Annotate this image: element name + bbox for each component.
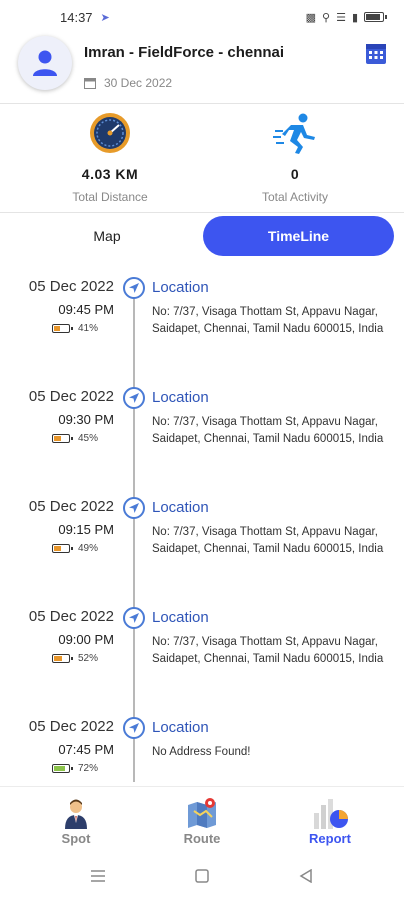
nav-route-label: Route: [183, 831, 221, 846]
speedometer-icon: [30, 106, 190, 160]
battery-icon: [52, 324, 73, 333]
vibrate-icon: ▩: [305, 11, 316, 24]
location-icon: ⚲: [322, 11, 331, 24]
entry-time: 09:00 PM: [58, 632, 114, 647]
entry-address: No: 7/37, Visaga Thottam St, Appavu Naga…: [152, 526, 384, 555]
timeline-entry[interactable]: 05 Dec 2022 09:30 PM 45% Location No: 7/37, …: [0, 378, 404, 488]
entry-time: 09:15 PM: [58, 522, 114, 537]
entry-title[interactable]: Location: [152, 719, 209, 736]
battery-percent: 49%: [78, 543, 99, 554]
entry-battery: 49%: [52, 543, 98, 554]
total-activity-label: Total Activity: [261, 190, 329, 204]
total-distance-label: Total Distance: [72, 190, 148, 204]
timeline-entry[interactable]: 05 Dec 2022 09:00 PM 52% Location No: 7/37, …: [0, 598, 404, 708]
battery-icon: [52, 544, 73, 553]
tab-map[interactable]: Map: [12, 216, 202, 256]
battery-fill: [54, 436, 61, 441]
avatar[interactable]: [18, 36, 72, 90]
entry-battery: 41%: [52, 323, 98, 334]
entry-date: 05 Dec 2022: [28, 278, 114, 295]
stat-total-distance: 4.03 KM Total Distance: [30, 106, 190, 204]
nav-spot-label: Spot: [61, 831, 91, 846]
stats-divider: [0, 212, 404, 213]
navigation-arrow-icon: [123, 607, 145, 629]
battery-icon: [364, 12, 387, 22]
calendar-grid-icon: [366, 44, 386, 59]
timeline-entry[interactable]: 05 Dec 2022 07:45 PM 72% Location No Address…: [0, 708, 404, 782]
wifi-icon: ☰: [336, 11, 346, 24]
header: Imran - FieldForce - chennai 30 Dec 2022: [0, 34, 404, 104]
battery-percent: 45%: [78, 433, 99, 444]
entry-title[interactable]: Location: [152, 499, 209, 516]
battery-fill: [54, 326, 60, 331]
stats-panel: 4.03 KM Total Distance 0 Total Activity: [0, 106, 404, 212]
calendar-small-icon: [84, 78, 96, 89]
nav-route[interactable]: Route: [152, 795, 252, 846]
location-share-icon: ➤: [100, 11, 110, 24]
signal-icon: ▮: [351, 11, 358, 24]
navigation-arrow-icon: [123, 277, 145, 299]
menu-icon[interactable]: [86, 864, 110, 888]
entry-time: 07:45 PM: [58, 742, 114, 757]
status-time: 14:37: [60, 9, 93, 25]
battery-percent: 41%: [78, 323, 99, 334]
user-name: Imran - FieldForce - chennai: [84, 44, 285, 61]
nav-report[interactable]: Report: [280, 795, 380, 846]
battery-fill: [54, 766, 65, 771]
entry-address: No Address Found!: [152, 746, 251, 758]
entry-address: No: 7/37, Visaga Thottam St, Appavu Naga…: [152, 636, 384, 665]
total-distance-value: 4.03 KM: [81, 166, 139, 182]
timeline-entry[interactable]: 05 Dec 2022 09:45 PM 41% Location No: 7/37, …: [0, 268, 404, 378]
entry-date: 05 Dec 2022: [28, 718, 114, 735]
entry-time: 09:30 PM: [58, 412, 114, 427]
back-icon[interactable]: [294, 864, 318, 888]
battery-fill: [54, 546, 61, 551]
entry-title[interactable]: Location: [152, 389, 209, 406]
timeline-list[interactable]: 05 Dec 2022 09:45 PM 41% Location No: 7/37, …: [0, 268, 404, 782]
stat-total-activity: 0 Total Activity: [215, 106, 375, 204]
tab-timeline[interactable]: TimeLine: [203, 216, 394, 256]
entry-title[interactable]: Location: [152, 279, 209, 296]
navigation-arrow-icon: [123, 497, 145, 519]
report-chart-icon: [280, 795, 380, 829]
entry-date: 05 Dec 2022: [28, 608, 114, 625]
person-icon: [33, 50, 57, 76]
battery-percent: 52%: [78, 653, 99, 664]
view-tabs: Map TimeLine: [12, 216, 394, 256]
total-activity-value: 0: [290, 166, 300, 182]
battery-percent: 72%: [78, 763, 99, 774]
battery-icon: [52, 434, 73, 443]
runner-icon: [215, 106, 375, 160]
bottom-nav: Spot Route Report: [0, 786, 404, 850]
entry-time: 09:45 PM: [58, 302, 114, 317]
home-icon[interactable]: [190, 864, 214, 888]
battery-fill: [54, 656, 62, 661]
navigation-arrow-icon: [123, 717, 145, 739]
header-date: 30 Dec 2022: [104, 76, 173, 90]
battery-icon: [52, 764, 73, 773]
agent-icon: [26, 795, 126, 829]
header-divider: [0, 103, 404, 104]
system-nav-bar: [0, 852, 404, 900]
battery-icon: [52, 654, 73, 663]
navigation-arrow-icon: [123, 387, 145, 409]
status-icons: ▩ ⚲ ☰ ▮: [305, 11, 387, 24]
date-row: 30 Dec 2022: [84, 76, 172, 90]
entry-battery: 45%: [52, 433, 98, 444]
entry-battery: 72%: [52, 763, 98, 774]
entry-address: No: 7/37, Visaga Thottam St, Appavu Naga…: [152, 306, 384, 335]
entry-date: 05 Dec 2022: [28, 388, 114, 405]
status-bar: 14:37 ➤ ▩ ⚲ ☰ ▮: [0, 0, 404, 34]
map-pin-icon: [152, 795, 252, 829]
nav-spot[interactable]: Spot: [26, 795, 126, 846]
entry-address: No: 7/37, Visaga Thottam St, Appavu Naga…: [152, 416, 384, 445]
entry-battery: 52%: [52, 653, 98, 664]
nav-report-label: Report: [309, 831, 351, 846]
calendar-icon[interactable]: [366, 44, 386, 64]
entry-title[interactable]: Location: [152, 609, 209, 626]
timeline-entry[interactable]: 05 Dec 2022 09:15 PM 49% Location No: 7/37, …: [0, 488, 404, 598]
entry-date: 05 Dec 2022: [28, 498, 114, 515]
